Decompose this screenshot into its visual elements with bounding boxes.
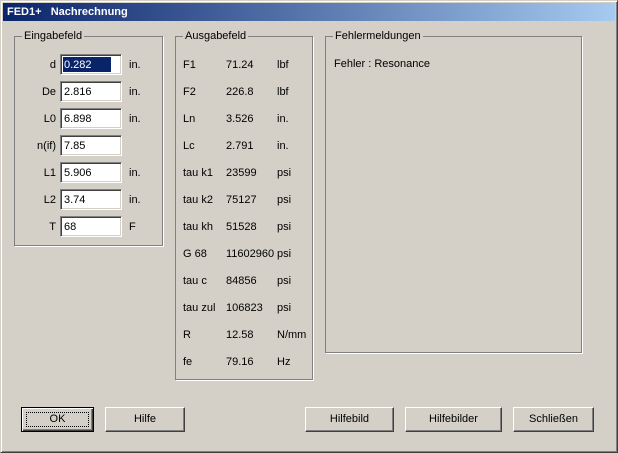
ausgabe-unit-tauk1: psi: [277, 167, 292, 179]
fehler-message: Fehler : Resonance: [334, 58, 430, 70]
ausgabe-value-ln: 3.526: [226, 113, 254, 125]
ausgabe-label-tauk2: tau k2: [183, 194, 213, 206]
eingabe-unit-l2: in.: [129, 194, 141, 206]
eingabe-label-t: T: [49, 221, 56, 233]
hilfebild-button[interactable]: Hilfebild: [305, 407, 394, 432]
hilfe-button-label: Hilfe: [133, 413, 156, 425]
fehler-group-title: Fehlermeldungen: [333, 29, 423, 43]
ausgabe-label-ln: Ln: [183, 113, 196, 125]
ausgabe-value-r: 12.58: [226, 329, 254, 341]
ausgabe-unit-ln: in.: [277, 113, 289, 125]
eingabe-input-l2[interactable]: [63, 192, 119, 207]
schliessen-button[interactable]: Schließen: [513, 407, 594, 432]
eingabe-field-l0[interactable]: [60, 108, 122, 129]
ausgabe-unit-f1: lbf: [277, 59, 289, 71]
ausgabe-unit-g68: psi: [277, 248, 292, 260]
ausgabe-label-g68: G 68: [183, 248, 207, 260]
ausgabe-label-tauzul: tau zul: [183, 302, 216, 314]
dialog-window: FED1+ Nachrechnung Eingabefeld d in. De …: [0, 0, 618, 453]
ausgabe-value-fe: 79.16: [226, 356, 254, 368]
ausgabe-value-tauk1: 23599: [226, 167, 257, 179]
ausgabe-value-taukh: 51528: [226, 221, 257, 233]
eingabe-input-d[interactable]: [63, 57, 111, 72]
ausgabe-value-tauk2: 75127: [226, 194, 257, 206]
eingabe-input-nif[interactable]: [63, 138, 119, 153]
window-title: FED1+ Nachrechnung: [3, 3, 615, 21]
ausgabe-unit-tauk2: psi: [277, 194, 292, 206]
eingabe-label-d: d: [49, 59, 56, 71]
eingabe-label-de: De: [41, 86, 56, 98]
ausgabe-value-tauc: 84856: [226, 275, 257, 287]
eingabe-group-title: Eingabefeld: [22, 29, 85, 43]
ok-button[interactable]: OK: [21, 407, 94, 432]
eingabe-input-l0[interactable]: [63, 111, 119, 126]
ausgabe-label-r: R: [183, 329, 191, 341]
eingabe-label-l0: L0: [43, 113, 56, 125]
eingabe-input-l1[interactable]: [63, 165, 119, 180]
hilfebilder-button[interactable]: Hilfebilder: [405, 407, 502, 432]
eingabe-field-de[interactable]: [60, 81, 122, 102]
eingabe-field-nif[interactable]: [60, 135, 122, 156]
ok-focus-rect: [26, 412, 89, 427]
ausgabe-unit-f2: lbf: [277, 86, 289, 98]
ausgabe-value-lc: 2.791: [226, 140, 254, 152]
eingabe-unit-de: in.: [129, 86, 141, 98]
hilfe-button[interactable]: Hilfe: [105, 407, 185, 432]
ausgabe-unit-lc: in.: [277, 140, 289, 152]
ausgabe-unit-r: N/mm: [277, 329, 307, 341]
ausgabe-group-title: Ausgabefeld: [183, 29, 249, 43]
eingabe-input-de[interactable]: [63, 84, 119, 99]
schliessen-button-label: Schließen: [529, 413, 578, 425]
ausgabe-unit-fe: Hz: [277, 356, 291, 368]
hilfebilder-button-label: Hilfebilder: [429, 413, 478, 425]
ausgabe-label-f2: F2: [183, 86, 196, 98]
ausgabe-value-tauzul: 106823: [226, 302, 263, 314]
eingabe-label-l2: L2: [43, 194, 56, 206]
eingabe-field-t[interactable]: [60, 216, 122, 237]
ausgabe-label-taukh: tau kh: [183, 221, 213, 233]
eingabe-unit-d: in.: [129, 59, 141, 71]
eingabe-unit-t: F: [129, 221, 136, 233]
eingabe-unit-l0: in.: [129, 113, 141, 125]
eingabe-field-l1[interactable]: [60, 162, 122, 183]
ausgabe-unit-taukh: psi: [277, 221, 292, 233]
ausgabe-label-lc: Lc: [183, 140, 195, 152]
ausgabe-value-g68: 11602960: [226, 248, 275, 260]
eingabe-field-d[interactable]: [60, 54, 122, 75]
hilfebild-button-label: Hilfebild: [329, 413, 370, 425]
ausgabe-unit-tauzul: psi: [277, 302, 292, 314]
ausgabe-unit-tauc: psi: [277, 275, 292, 287]
eingabe-field-l2[interactable]: [60, 189, 122, 210]
eingabe-label-l1: L1: [43, 167, 56, 179]
ausgabe-value-f1: 71.24: [226, 59, 254, 71]
eingabe-input-t[interactable]: [63, 219, 119, 234]
ausgabe-label-tauk1: tau k1: [183, 167, 213, 179]
ausgabe-value-f2: 226.8: [226, 86, 254, 98]
ausgabe-label-tauc: tau c: [183, 275, 207, 287]
ausgabe-label-f1: F1: [183, 59, 196, 71]
eingabe-label-nif: n(if): [37, 140, 56, 152]
fehler-group: Fehlermeldungen: [325, 29, 582, 353]
ausgabe-label-fe: fe: [183, 356, 193, 368]
eingabe-unit-l1: in.: [129, 167, 141, 179]
